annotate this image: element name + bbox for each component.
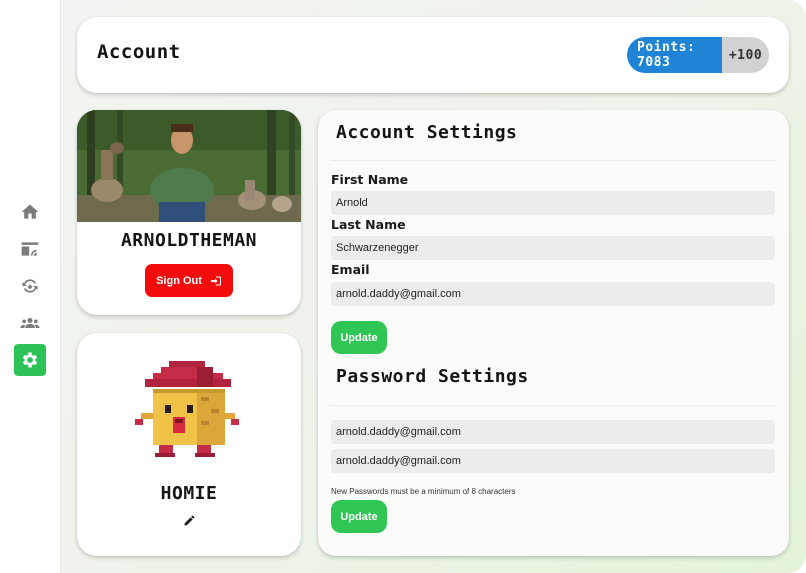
divider <box>330 160 777 161</box>
email-field[interactable]: arnold.daddy@gmail.com <box>331 282 775 306</box>
sidebar-item-settings[interactable] <box>14 344 46 376</box>
recycle-icon <box>22 279 38 293</box>
pet-name: HOMIE <box>160 483 218 504</box>
first-name-field[interactable]: Arnold <box>331 191 775 215</box>
sidebar-item-recycle[interactable] <box>14 270 46 302</box>
app-frame: Account Points: 7083 +100 ARNOLDTHEMAN S… <box>0 0 806 573</box>
gear-icon <box>22 352 38 368</box>
last-name-field[interactable]: Schwarzenegger <box>331 236 775 260</box>
first-name-label: First Name <box>331 172 409 187</box>
email-label: Email <box>331 262 370 277</box>
settings-panel: Account Settings First Name Arnold Last … <box>318 110 789 556</box>
pet-card: HOMIE <box>77 333 301 556</box>
page-header: Account Points: 7083 +100 <box>77 17 789 93</box>
page-title: Account <box>97 41 181 63</box>
community-icon <box>20 318 40 328</box>
update-account-button[interactable]: Update <box>331 321 387 354</box>
last-name-label: Last Name <box>331 217 406 232</box>
profile-card: ARNOLDTHEMAN Sign Out <box>77 110 301 315</box>
profile-photo <box>77 110 301 222</box>
feed-icon <box>21 242 39 256</box>
new-password-field[interactable]: arnold.daddy@gmail.com <box>331 420 775 444</box>
points-bonus-button[interactable]: +100 <box>722 37 769 73</box>
confirm-password-field[interactable]: arnold.daddy@gmail.com <box>331 449 775 473</box>
home-icon <box>21 204 39 219</box>
divider <box>330 405 777 406</box>
sidebar-item-home[interactable] <box>14 196 46 228</box>
sign-out-button[interactable]: Sign Out <box>145 264 233 297</box>
update-password-button[interactable]: Update <box>331 500 387 533</box>
sidebar-item-feed[interactable] <box>14 233 46 265</box>
password-settings-title: Password Settings <box>336 366 529 387</box>
pencil-icon[interactable] <box>183 514 196 527</box>
account-settings-title: Account Settings <box>336 122 518 143</box>
sidebar-item-community[interactable] <box>14 307 46 339</box>
pet-house-avatar <box>135 361 239 457</box>
password-requirement-note: New Passwords must be a minimum of 8 cha… <box>331 487 516 496</box>
sidebar <box>0 0 61 573</box>
username: ARNOLDTHEMAN <box>120 230 258 251</box>
sign-in-arrow-icon <box>210 276 221 285</box>
points-count: Points: 7083 <box>627 37 722 73</box>
sign-out-label: Sign Out <box>156 274 202 287</box>
profile-photo-illustration <box>77 110 301 222</box>
points-badge: Points: 7083 +100 <box>627 37 769 73</box>
